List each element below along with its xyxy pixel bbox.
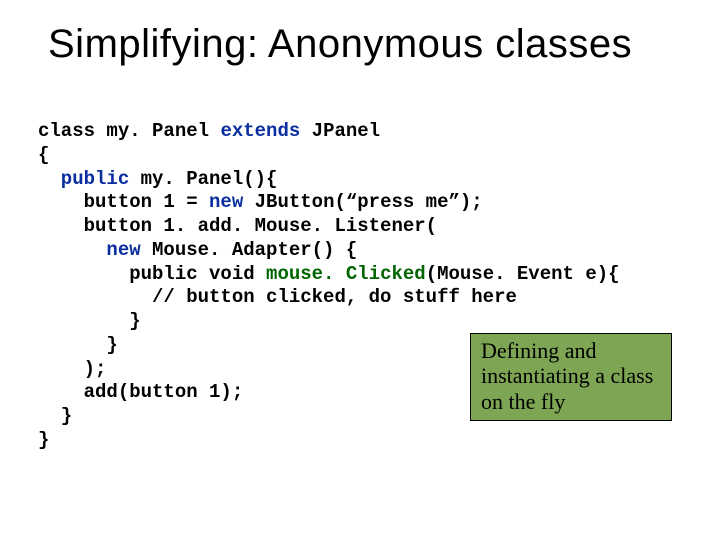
keyword-new: new (209, 191, 243, 213)
code-line-1: class my. Panel extends JPanel (38, 120, 380, 142)
code-text: JPanel (300, 120, 380, 142)
slide-title: Simplifying: Anonymous classes (48, 22, 700, 67)
code-line-4: button 1 = new JButton(“press me”); (38, 191, 483, 213)
code-line-3: public my. Panel(){ (38, 168, 277, 190)
code-text: (Mouse. Event e){ (426, 263, 620, 285)
code-text: public void (38, 263, 266, 285)
code-line-8: // button clicked, do stuff here (38, 286, 517, 308)
code-text: class my. Panel (38, 120, 220, 142)
code-text: Mouse. Adapter() { (141, 239, 358, 261)
code-line-2: { (38, 144, 49, 166)
keyword-new: new (38, 239, 141, 261)
code-text: JButton(“press me”); (243, 191, 482, 213)
code-line-5: button 1. add. Mouse. Listener( (38, 215, 437, 237)
code-line-13: } (38, 405, 72, 427)
code-line-7: public void mouse. Clicked(Mouse. Event … (38, 263, 620, 285)
code-line-6: new Mouse. Adapter() { (38, 239, 357, 261)
code-line-9: } (38, 310, 141, 332)
code-line-14: } (38, 429, 49, 451)
code-text: my. Panel(){ (129, 168, 277, 190)
code-line-10: } (38, 334, 118, 356)
callout-box: Defining and instantiating a class on th… (470, 333, 672, 421)
code-text: button 1 = (38, 191, 209, 213)
keyword-public: public (38, 168, 129, 190)
keyword-extends: extends (220, 120, 300, 142)
code-line-11: ); (38, 358, 106, 380)
method-name: mouse. Clicked (266, 263, 426, 285)
code-line-12: add(button 1); (38, 381, 243, 403)
